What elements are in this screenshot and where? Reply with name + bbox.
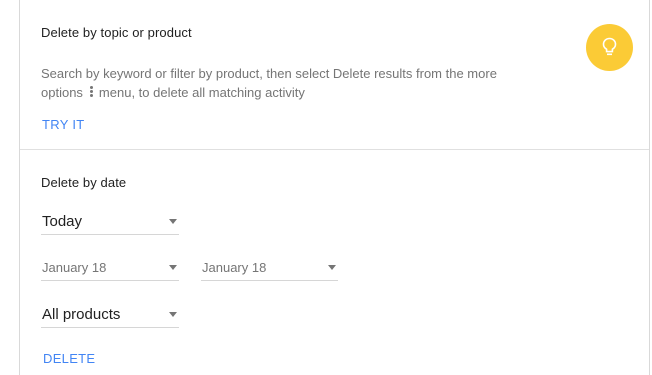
lightbulb-icon [602, 37, 617, 56]
delete-by-topic-section: Delete by topic or product Search by key… [20, 0, 649, 150]
product-select-value: All products [42, 306, 121, 323]
chevron-down-icon [328, 265, 336, 270]
lightbulb-badge [586, 24, 633, 71]
start-date-value: January 18 [42, 260, 107, 275]
delete-activity-card: Delete by topic or product Search by key… [19, 0, 650, 375]
topic-description: Search by keyword or filter by product, … [41, 64, 561, 102]
section-title-date: Delete by date [41, 175, 127, 190]
topic-description-line1: Search by keyword or filter by product, … [41, 66, 497, 81]
topic-description-line2: menu, to delete all matching activity [98, 85, 305, 100]
delete-button[interactable]: DELETE [43, 351, 95, 366]
try-it-button[interactable]: TRY IT [42, 117, 85, 132]
topic-description-options: options [41, 85, 83, 100]
product-select[interactable]: All products [41, 304, 179, 328]
end-date-select[interactable]: January 18 [201, 257, 338, 281]
end-date-value: January 18 [202, 260, 267, 275]
date-range-value: Today [42, 213, 83, 230]
date-range-select[interactable]: Today [41, 211, 179, 235]
start-date-select[interactable]: January 18 [41, 257, 179, 281]
section-title-topic: Delete by topic or product [41, 25, 192, 40]
more-vert-icon [89, 85, 93, 98]
chevron-down-icon [169, 265, 177, 270]
chevron-down-icon [169, 312, 177, 317]
chevron-down-icon [169, 219, 177, 224]
